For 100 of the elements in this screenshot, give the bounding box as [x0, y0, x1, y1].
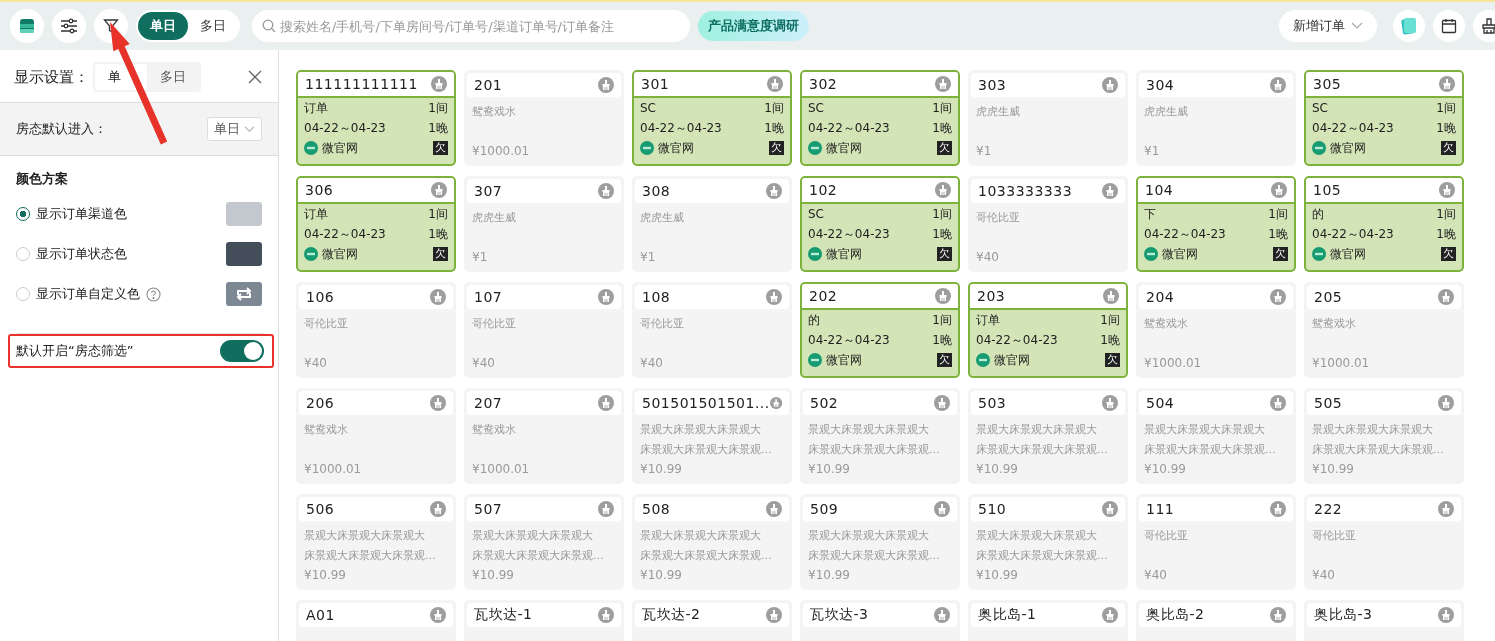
room-card[interactable]: 205 鸳鸯戏水 ¥1000.01: [1304, 282, 1464, 378]
broom-icon[interactable]: [1102, 77, 1118, 93]
toggle-switch[interactable]: [220, 340, 264, 362]
broom-icon[interactable]: [935, 76, 951, 92]
room-card[interactable]: 305 SC 1间 04-22～04-23 1晚 微官网 欠: [1304, 70, 1464, 166]
broom-icon[interactable]: [1102, 183, 1118, 199]
room-card[interactable]: 203 订单 1间 04-22～04-23 1晚 微官网 欠: [968, 282, 1128, 378]
room-card[interactable]: 102 SC 1间 04-22～04-23 1晚 微官网 欠: [800, 176, 960, 272]
broom-icon[interactable]: [1102, 395, 1118, 411]
room-card[interactable]: 505 景观大床景观大床景观大床景观大床景观大床景观... ¥10.99: [1304, 388, 1464, 484]
help-icon[interactable]: [146, 286, 161, 302]
logo-button[interactable]: [10, 9, 44, 43]
room-card[interactable]: A01: [296, 600, 456, 641]
broom-icon[interactable]: [1103, 288, 1119, 304]
search-field[interactable]: 搜索姓名/手机号/下单房间号/订单号/渠道订单号/订单备注: [252, 10, 690, 42]
broom-icon[interactable]: [1270, 395, 1286, 411]
room-card[interactable]: 308 虎虎生威 ¥1: [632, 176, 792, 272]
room-card[interactable]: 104 下 1间 04-22～04-23 1晚 微官网 欠: [1136, 176, 1296, 272]
room-card[interactable]: 506 景观大床景观大床景观大床景观大床景观大床景观... ¥10.99: [296, 494, 456, 590]
mode-tab[interactable]: 多日: [147, 64, 199, 90]
room-card[interactable]: 瓦坎达-3: [800, 600, 960, 641]
broom-icon[interactable]: [766, 501, 782, 517]
broom-icon[interactable]: [1438, 607, 1454, 623]
room-card[interactable]: 501501501501... 景观大床景观大床景观大床景观大床景观大床景观... ¥10.99: [632, 388, 792, 484]
room-card[interactable]: 106 哥伦比亚 ¥40: [296, 282, 456, 378]
broom-icon[interactable]: [1270, 289, 1286, 305]
room-card[interactable]: 303 虎虎生威 ¥1: [968, 70, 1128, 166]
broom-icon[interactable]: [598, 501, 614, 517]
room-card[interactable]: 504 景观大床景观大床景观大床景观大床景观大床景观... ¥10.99: [1136, 388, 1296, 484]
color-swatch[interactable]: [226, 202, 262, 226]
room-card[interactable]: 301 SC 1间 04-22～04-23 1晚 微官网 欠: [632, 70, 792, 166]
room-card[interactable]: 瓦坎达-1: [464, 600, 624, 641]
room-card[interactable]: 503 景观大床景观大床景观大床景观大床景观大床景观... ¥10.99: [968, 388, 1128, 484]
close-icon[interactable]: [248, 70, 262, 84]
room-card[interactable]: 105 的 1间 04-22～04-23 1晚 微官网 欠: [1304, 176, 1464, 272]
calendar-button[interactable]: [1433, 10, 1465, 42]
broom-icon[interactable]: [934, 607, 950, 623]
room-card[interactable]: 201 鸳鸯戏水 ¥1000.01: [464, 70, 624, 166]
broom-icon[interactable]: [934, 501, 950, 517]
room-card[interactable]: 202 的 1间 04-22～04-23 1晚 微官网 欠: [800, 282, 960, 378]
color-swatch[interactable]: [226, 242, 262, 266]
broom-icon[interactable]: [430, 501, 446, 517]
broom-icon[interactable]: [766, 289, 782, 305]
room-card[interactable]: 507 景观大床景观大床景观大床景观大床景观大床景观... ¥10.99: [464, 494, 624, 590]
broom-icon[interactable]: [431, 182, 447, 198]
broom-icon[interactable]: [430, 289, 446, 305]
broom-icon[interactable]: [1270, 77, 1286, 93]
room-card[interactable]: 瓦坎达-2: [632, 600, 792, 641]
room-card[interactable]: 奥比岛-1: [968, 600, 1128, 641]
broom-icon[interactable]: [1439, 76, 1455, 92]
radio-button[interactable]: [16, 207, 30, 221]
broom-icon[interactable]: [1102, 607, 1118, 623]
room-card[interactable]: 204 鸳鸯戏水 ¥1000.01: [1136, 282, 1296, 378]
room-card[interactable]: 306 订单 1间 04-22～04-23 1晚 微官网 欠: [296, 176, 456, 272]
room-card[interactable]: 222 哥伦比亚 ¥40: [1304, 494, 1464, 590]
broom-icon[interactable]: [769, 395, 782, 411]
broom-icon[interactable]: [598, 183, 614, 199]
room-card[interactable]: 307 虎虎生威 ¥1: [464, 176, 624, 272]
broom-icon[interactable]: [1438, 395, 1454, 411]
room-card[interactable]: 奥比岛-2: [1136, 600, 1296, 641]
broom-icon[interactable]: [767, 76, 783, 92]
broom-icon[interactable]: [598, 289, 614, 305]
room-card[interactable]: 108 哥伦比亚 ¥40: [632, 282, 792, 378]
new-order-dropdown[interactable]: 新增订单: [1279, 10, 1377, 42]
room-card[interactable]: 509 景观大床景观大床景观大床景观大床景观大床景观... ¥10.99: [800, 494, 960, 590]
view-tab[interactable]: 单日: [138, 12, 188, 40]
broom-icon[interactable]: [430, 395, 446, 411]
broom-icon[interactable]: [598, 607, 614, 623]
broom-icon[interactable]: [1438, 289, 1454, 305]
room-card[interactable]: 510 景观大床景观大床景观大床景观大床景观大床景观... ¥10.99: [968, 494, 1128, 590]
room-card[interactable]: 奥比岛-3: [1304, 600, 1464, 641]
room-card[interactable]: 1033333333 哥伦比亚 ¥40: [968, 176, 1128, 272]
room-card[interactable]: 111 哥伦比亚 ¥40: [1136, 494, 1296, 590]
broom-icon[interactable]: [1270, 501, 1286, 517]
broom-icon[interactable]: [935, 288, 951, 304]
broom-icon[interactable]: [934, 395, 950, 411]
room-card[interactable]: 304 虎虎生威 ¥1: [1136, 70, 1296, 166]
broom-icon[interactable]: [766, 607, 782, 623]
settings-button[interactable]: [52, 9, 86, 43]
swap-color-button[interactable]: [226, 282, 262, 306]
broom-icon[interactable]: [598, 77, 614, 93]
broom-icon[interactable]: [1270, 607, 1286, 623]
broom-icon[interactable]: [1271, 182, 1287, 198]
survey-button[interactable]: 产品满意度调研: [698, 11, 809, 41]
cards-button[interactable]: [1393, 10, 1425, 42]
broom-icon[interactable]: [431, 76, 447, 92]
room-card[interactable]: 302 SC 1间 04-22～04-23 1晚 微官网 欠: [800, 70, 960, 166]
default-entry-select[interactable]: 单日: [207, 117, 262, 141]
broom-icon[interactable]: [430, 607, 446, 623]
view-tab[interactable]: 多日: [188, 12, 238, 40]
broom-icon[interactable]: [935, 182, 951, 198]
broom-icon[interactable]: [1439, 182, 1455, 198]
room-card[interactable]: 111111111111 订单 1间 04-22～04-23 1晚 微官网 欠: [296, 70, 456, 166]
broom-icon[interactable]: [598, 395, 614, 411]
broom-icon[interactable]: [766, 183, 782, 199]
room-card[interactable]: 207 鸳鸯戏水 ¥1000.01: [464, 388, 624, 484]
broom-icon[interactable]: [1102, 501, 1118, 517]
broom-icon[interactable]: [1438, 501, 1454, 517]
room-card[interactable]: 107 哥伦比亚 ¥40: [464, 282, 624, 378]
room-card[interactable]: 502 景观大床景观大床景观大床景观大床景观大床景观... ¥10.99: [800, 388, 960, 484]
